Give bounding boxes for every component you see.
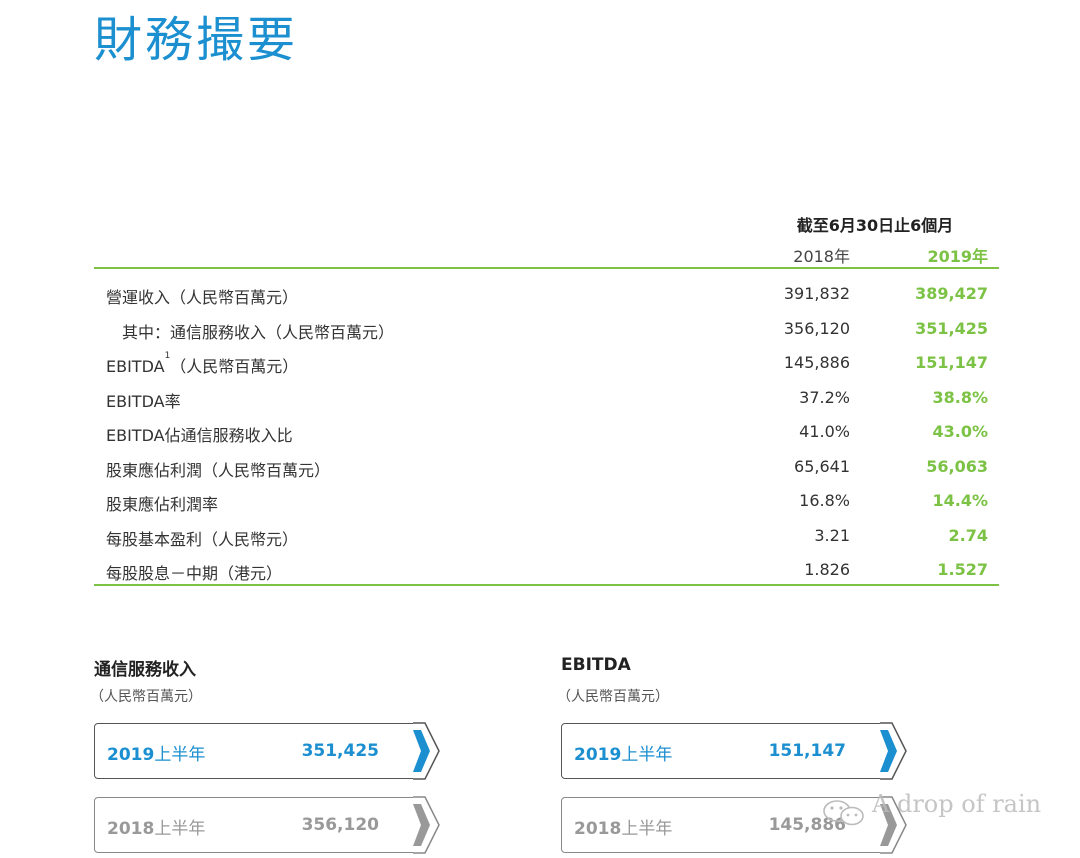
row-label: EBITDA率 [106,391,181,411]
section-unit: （人民幣百萬元） [90,689,202,705]
card-half: 上半年 [621,745,673,765]
row-value-2019: 14.4% [932,491,988,510]
row-value-2018: 65,641 [794,456,850,476]
row-value-2019: 2.74 [948,525,988,545]
card-year: 2019 [574,745,622,765]
card-half: 上半年 [621,819,673,839]
row-value-2018: 391,832 [783,284,850,303]
row-label: 股東應佔利潤（人民幣百萬元） [106,460,331,480]
table-row: 股東應佔利潤率 16.8% 14.4% [94,485,999,520]
table-row: EBITDA1（人民幣百萬元） 145,886 151,147 [94,347,999,382]
card-service-revenue-2019: 2019上半年 351,425 [94,722,440,780]
footnote-marker: 1 [164,351,171,361]
row-label: 其中：通信服務收入（人民幣百萬元） [122,322,395,342]
table-row: 每股基本盈利（人民幣元） 3.21 2.74 [94,520,999,555]
table-row: 股東應佔利潤（人民幣百萬元） 65,641 56,063 [94,451,999,486]
row-value-2019: 43.0% [932,422,988,441]
wechat-icon [823,800,864,826]
row-label: 股東應佔利潤率 [106,495,219,514]
card-value: 356,120 [301,815,379,835]
row-value-2018: 1.826 [804,560,850,579]
page-title: 財務撮要 [94,12,299,68]
row-value-2018: 41.0% [799,422,850,441]
section-title-ebitda: EBITDA [561,655,631,675]
row-value-2019: 151,147 [915,353,988,372]
card-period: 2018上半年 [107,814,205,839]
card-period: 2018上半年 [574,814,672,839]
row-value-2019: 56,063 [926,456,988,476]
card-year: 2019 [107,745,155,765]
chevron-right-icon [413,796,440,854]
card-ebitda-2019: 2019上半年 151,147 [561,722,907,780]
row-label: EBITDA1（人民幣百萬元） [106,351,299,377]
row-value-2019: 389,427 [915,284,988,303]
table-top-rule [94,267,999,269]
row-value-2019: 38.8% [932,387,988,407]
table-row: 營運收入（人民幣百萬元） 391,832 389,427 [94,278,999,313]
card-service-revenue-2018: 2018上半年 356,120 [94,796,440,854]
chevron-right-icon [413,722,440,780]
row-label: 營運收入（人民幣百萬元） [106,288,299,307]
row-value-2019: 1.527 [937,560,988,579]
card-value: 351,425 [301,741,379,761]
card-value: 151,147 [768,741,846,761]
row-value-2019: 351,425 [915,318,988,338]
table-bottom-rule [94,584,999,586]
card-half: 上半年 [154,745,206,765]
table-row: EBITDA率 37.2% 38.8% [94,382,999,417]
card-year: 2018 [574,819,622,839]
row-value-2018: 145,886 [783,353,850,372]
year-2019-header: 2019年 [927,247,988,266]
table-row: 其中：通信服務收入（人民幣百萬元） 356,120 351,425 [94,313,999,348]
section-title-service-revenue: 通信服務收入 [94,660,196,680]
card-half: 上半年 [154,819,206,839]
watermark-text: A drop of rain [872,790,1042,818]
section-unit: （人民幣百萬元） [557,689,669,705]
card-year: 2018 [107,819,155,839]
row-value-2018: 16.8% [799,491,850,510]
row-label: 每股股息－中期（港元） [106,564,283,583]
card-period: 2019上半年 [107,740,205,765]
row-value-2018: 3.21 [814,525,850,545]
table-row: EBITDA佔通信服務收入比 41.0% 43.0% [94,416,999,451]
card-period: 2019上半年 [574,740,672,765]
row-value-2018: 37.2% [799,387,850,407]
chevron-right-icon [880,722,907,780]
row-label: EBITDA佔通信服務收入比 [106,426,293,445]
financial-table: 營運收入（人民幣百萬元） 391,832 389,427 其中：通信服務收入（人… [94,278,999,589]
ebitda-label: EBITDA [106,357,165,376]
year-2018-header: 2018年 [793,247,850,266]
ebitda-label-unit: （人民幣百萬元） [170,357,299,376]
row-value-2018: 356,120 [783,318,850,338]
period-header: 截至6月30日止6個月 [796,216,954,235]
row-label: 每股基本盈利（人民幣元） [106,529,299,549]
